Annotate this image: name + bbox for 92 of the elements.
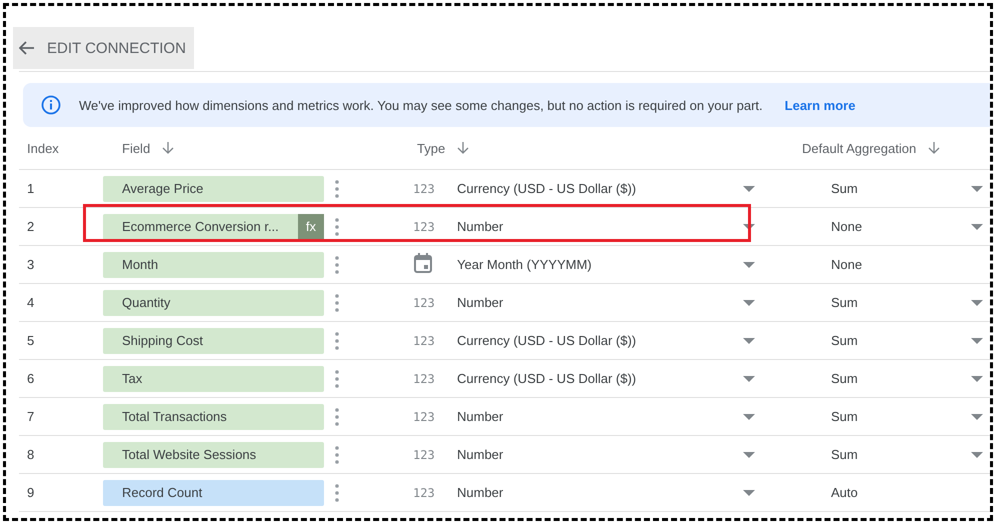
field-name: Ecommerce Conversion r...	[121, 219, 279, 234]
row-index: 8	[26, 447, 36, 462]
row-index: 1	[26, 181, 36, 196]
field-name: Tax	[121, 371, 142, 386]
sort-arrow-icon[interactable]	[457, 141, 470, 155]
field-chip[interactable]: Ecommerce Conversion r... fx	[103, 214, 324, 240]
number-type-icon: 123	[383, 372, 457, 386]
aggregation-value[interactable]: Sum	[831, 181, 858, 196]
field-name: Total Website Sessions	[121, 447, 256, 462]
number-type-icon: 123	[383, 296, 457, 310]
sort-arrow-icon[interactable]	[162, 141, 174, 155]
field-chip[interactable]: Tax	[103, 366, 324, 392]
column-header: Index	[27, 140, 59, 156]
type-value[interactable]: Number	[457, 447, 504, 462]
more-options-icon[interactable]	[335, 446, 339, 464]
more-options-icon[interactable]	[335, 218, 339, 236]
more-options-icon[interactable]	[335, 370, 339, 388]
type-value[interactable]: Year Month (YYYYMM)	[457, 257, 592, 272]
row-index: 9	[26, 485, 36, 500]
field-name: Shipping Cost	[121, 333, 203, 348]
dropdown-caret-icon[interactable]	[971, 376, 983, 382]
row-index: 7	[26, 409, 36, 424]
field-chip[interactable]: Average Price	[103, 176, 324, 202]
sort-arrow-icon[interactable]	[928, 141, 940, 155]
back-button[interactable]: EDIT CONNECTION	[13, 27, 194, 69]
field-chip[interactable]: Record Count	[103, 480, 324, 506]
dropdown-caret-icon[interactable]	[743, 186, 755, 192]
number-type-icon: 123	[383, 448, 457, 462]
row-index: 4	[26, 295, 36, 310]
field-name: Record Count	[121, 485, 202, 500]
dropdown-caret-icon[interactable]	[743, 224, 755, 230]
number-type-icon: 123	[383, 486, 457, 500]
back-arrow-icon	[19, 41, 35, 55]
dropdown-caret-icon[interactable]	[743, 338, 755, 344]
type-value[interactable]: Number	[457, 485, 504, 500]
row-index: 3	[26, 257, 36, 272]
row-index: 6	[26, 371, 36, 386]
dropdown-caret-icon[interactable]	[971, 300, 983, 306]
field-chip[interactable]: Quantity	[103, 290, 324, 316]
column-header[interactable]: Type	[417, 140, 446, 156]
more-options-icon[interactable]	[335, 256, 339, 274]
field-chip[interactable]: Shipping Cost	[103, 328, 324, 354]
learn-more-link[interactable]: Learn more	[784, 98, 856, 112]
number-type-icon: 123	[383, 410, 457, 424]
banner-message: We've improved how dimensions and metrics work. You may see some changes, but no action is required on your part.	[79, 98, 763, 112]
aggregation-value: Auto	[831, 485, 858, 500]
type-value[interactable]: Number	[457, 219, 504, 234]
dropdown-caret-icon[interactable]	[971, 186, 983, 192]
field-name: Month	[121, 257, 158, 272]
aggregation-value[interactable]: Sum	[831, 295, 858, 310]
field-name: Total Transactions	[121, 409, 227, 424]
number-type-icon: 123	[383, 334, 457, 348]
dropdown-caret-icon[interactable]	[971, 338, 983, 344]
dropdown-caret-icon[interactable]	[971, 452, 983, 458]
aggregation-value[interactable]: Sum	[831, 333, 858, 348]
more-options-icon[interactable]	[335, 484, 339, 502]
aggregation-value[interactable]: Sum	[831, 371, 858, 386]
column-header[interactable]: Field	[122, 140, 150, 156]
type-value[interactable]: Number	[457, 295, 504, 310]
row-index: 5	[26, 333, 36, 348]
field-chip[interactable]: Total Transactions	[103, 404, 324, 430]
field-name: Quantity	[121, 295, 170, 310]
info-icon	[41, 95, 61, 115]
more-options-icon[interactable]	[335, 294, 339, 312]
type-value[interactable]: Currency (USD - US Dollar ($))	[457, 333, 636, 348]
aggregation-value: None	[831, 257, 862, 272]
column-header[interactable]: Default Aggregation	[802, 140, 916, 156]
field-chip[interactable]: Month	[103, 252, 324, 278]
type-value[interactable]: Currency (USD - US Dollar ($))	[457, 371, 636, 386]
aggregation-value[interactable]: Sum	[831, 447, 858, 462]
type-value[interactable]: Currency (USD - US Dollar ($))	[457, 181, 636, 196]
calendar-icon	[413, 252, 433, 274]
dropdown-caret-icon[interactable]	[743, 414, 755, 420]
more-options-icon[interactable]	[335, 180, 339, 198]
dropdown-caret-icon[interactable]	[743, 452, 755, 458]
dropdown-caret-icon[interactable]	[743, 262, 755, 268]
number-type-icon: 123	[383, 182, 457, 196]
dropdown-caret-icon[interactable]	[971, 414, 983, 420]
row-index: 2	[26, 219, 36, 234]
aggregation-value[interactable]: None	[831, 219, 862, 234]
type-value[interactable]: Number	[457, 409, 504, 424]
dropdown-caret-icon[interactable]	[743, 376, 755, 382]
dropdown-caret-icon[interactable]	[971, 224, 983, 230]
aggregation-value[interactable]: Sum	[831, 409, 858, 424]
more-options-icon[interactable]	[335, 332, 339, 350]
field-chip[interactable]: Total Website Sessions	[103, 442, 324, 468]
more-options-icon[interactable]	[335, 408, 339, 426]
dropdown-caret-icon[interactable]	[743, 490, 755, 496]
dropdown-caret-icon[interactable]	[743, 300, 755, 306]
number-type-icon: 123	[383, 220, 457, 234]
field-name: Average Price	[121, 181, 204, 196]
formula-badge: fx	[298, 214, 324, 240]
